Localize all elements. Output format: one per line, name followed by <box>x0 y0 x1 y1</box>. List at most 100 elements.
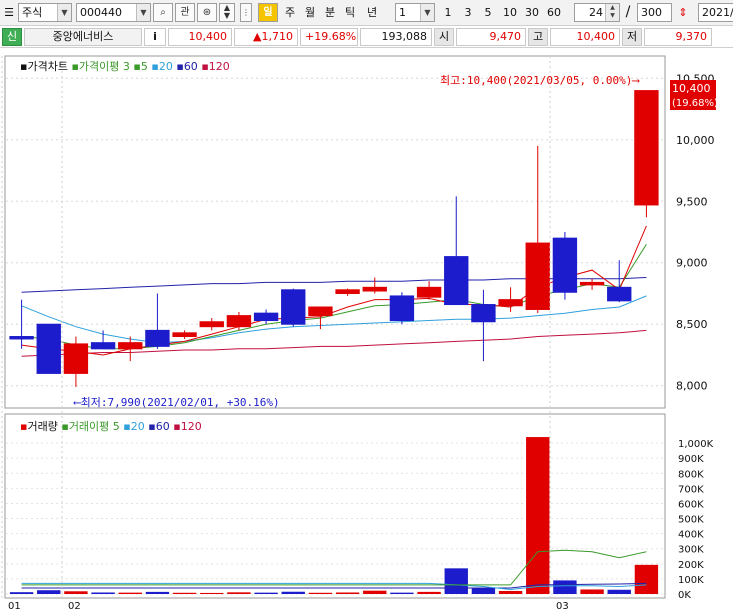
interval-30-button[interactable]: 30 <box>522 3 542 22</box>
prev-icon[interactable]: ⋮ <box>240 3 252 22</box>
volume-bar <box>118 592 142 594</box>
candle-body <box>607 286 632 302</box>
chart-area[interactable]: 10,50010,0009,5009,0008,5008,000 1,000K9… <box>0 48 733 614</box>
menu-icon[interactable]: ☰ <box>2 3 16 22</box>
candle-body <box>36 323 61 374</box>
new-badge: 신 <box>2 28 22 46</box>
candle-body <box>471 304 496 323</box>
candle-body <box>634 90 659 206</box>
price-tick-label: 9,000 <box>676 257 708 270</box>
slash-separator: / <box>625 4 631 20</box>
updown-icon[interactable]: ▲ ▼ <box>219 3 235 22</box>
price-tick-label: 10,000 <box>676 134 715 147</box>
tab-minute[interactable]: 분 <box>321 3 339 22</box>
chevron-down-icon[interactable]: ▼ <box>136 4 150 21</box>
price-change: ▲1,710 <box>234 28 298 46</box>
tab-tick[interactable]: 틱 <box>341 3 359 22</box>
volume-legend-title: ▪거래량 <box>20 420 58 433</box>
ma-60-label[interactable]: ▪60 <box>176 60 197 73</box>
chevron-down-icon[interactable]: ▼ <box>57 4 71 21</box>
volume-tick-label: 900K <box>678 454 704 465</box>
interval-1-button[interactable]: 1 <box>440 3 456 22</box>
tab-month[interactable]: 월 <box>301 3 319 22</box>
x-tick-label: 03 <box>556 601 569 612</box>
volume-ma-label[interactable]: ▪거래이평 5 <box>61 420 119 433</box>
low-value: 9,370 <box>644 28 712 46</box>
volume-tick-label: 200K <box>678 560 704 571</box>
candle-body <box>281 289 306 325</box>
candle-body <box>389 295 415 322</box>
volume-panel[interactable] <box>4 413 666 599</box>
volume-bar <box>37 590 61 594</box>
candle-body <box>63 343 89 374</box>
watch-button[interactable]: 관 <box>175 3 195 22</box>
volume-bar <box>335 592 360 594</box>
candle-body <box>552 237 578 293</box>
vma-20-label[interactable]: ▪20 <box>123 420 144 433</box>
x-tick-label: 02 <box>68 601 81 612</box>
volume-bar <box>254 592 278 594</box>
candle-body <box>145 329 170 347</box>
stock-code-input[interactable]: 000440 ▼ <box>76 3 151 22</box>
candle-body <box>9 336 34 340</box>
interval-select[interactable]: 1 ▼ <box>395 3 435 22</box>
low-label: 저 <box>622 28 642 46</box>
zoom-icon[interactable]: ⇕ <box>674 3 692 22</box>
candle-body <box>90 342 116 350</box>
ma-5-label[interactable]: ▪5 <box>133 60 147 73</box>
candle-body <box>498 299 523 307</box>
volume-bar <box>607 589 631 594</box>
interval-10-button[interactable]: 10 <box>500 3 520 22</box>
total-input[interactable]: 300 <box>637 3 672 22</box>
open-label: 시 <box>434 28 454 46</box>
volume-bar <box>498 590 523 594</box>
interval-5-button[interactable]: 5 <box>480 3 496 22</box>
market-select[interactable]: 주식 ▼ <box>18 3 72 22</box>
count-value: 24 <box>589 6 603 19</box>
volume-tick-label: 700K <box>678 484 704 495</box>
volume-bar <box>200 592 224 594</box>
live-button[interactable]: 일 <box>258 3 278 22</box>
high-label: 고 <box>528 28 548 46</box>
tab-year[interactable]: 년 <box>361 3 383 22</box>
spinner-icon[interactable]: ▲ ▼ <box>605 4 619 21</box>
candle-body <box>172 332 197 338</box>
date-input[interactable]: 2021/ <box>698 3 733 22</box>
x-tick-label: 01 <box>8 601 21 612</box>
info-button[interactable]: i <box>144 28 166 46</box>
chevron-down-icon[interactable]: ▼ <box>420 4 434 21</box>
candle-body <box>226 315 252 328</box>
count-input[interactable]: 24 ▲ ▼ <box>574 3 620 22</box>
volume-bar <box>390 592 414 594</box>
volume-bar <box>172 592 197 594</box>
interval-3-button[interactable]: 3 <box>460 3 476 22</box>
open-value: 9,470 <box>456 28 526 46</box>
volume-bar <box>145 591 170 594</box>
ma-20-label[interactable]: ▪20 <box>151 60 172 73</box>
volume-bar <box>363 590 387 594</box>
ma-120-label[interactable]: ▪120 <box>201 60 229 73</box>
high-annotation: 최고:10,400(2021/03/05, 0.00%)⟶ <box>440 74 640 87</box>
volume-bar <box>444 568 468 594</box>
volume-bar <box>580 589 604 594</box>
last-pct-text: (19.68%) <box>672 98 718 109</box>
link-icon[interactable]: ⊛ <box>197 3 217 22</box>
price-tick-label: 8,000 <box>676 380 708 393</box>
interval-60-button[interactable]: 60 <box>544 3 564 22</box>
stock-name: 중앙에너비스 <box>24 28 142 46</box>
volume-tick-label: 0K <box>678 590 691 601</box>
search-icon[interactable]: ⌕ <box>153 3 173 22</box>
total-value: 300 <box>641 6 662 19</box>
vma-60-label[interactable]: ▪60 <box>148 420 169 433</box>
candle-body <box>525 242 550 310</box>
quote-bar: 신 중앙에너비스 i 10,400 ▲1,710 +19.68% 193,088… <box>0 26 733 48</box>
price-ma-label[interactable]: ▪가격이평 3 <box>71 60 129 73</box>
change-percent: +19.68% <box>300 28 358 46</box>
volume-tick-label: 600K <box>678 499 704 510</box>
tab-week[interactable]: 주 <box>281 3 299 22</box>
candle-body <box>579 281 605 286</box>
candle-body <box>199 321 224 328</box>
candle-body <box>308 306 333 317</box>
vma-120-label[interactable]: ▪120 <box>173 420 201 433</box>
volume-bar <box>553 580 577 594</box>
